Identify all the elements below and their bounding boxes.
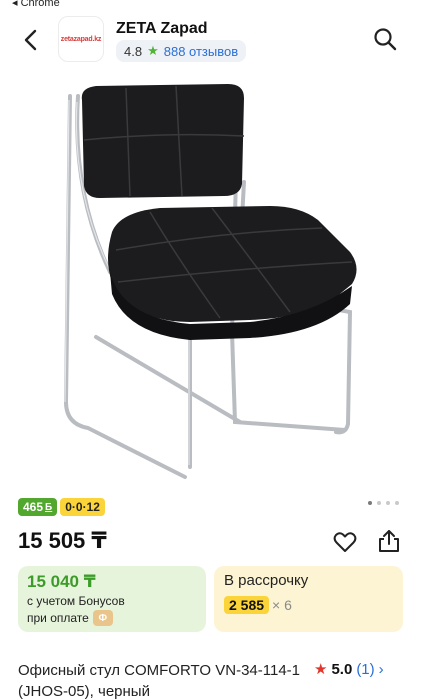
shop-rating-pill[interactable]: 4.8 ★ 888 отзывов xyxy=(116,40,247,62)
search-icon[interactable] xyxy=(372,26,398,52)
gallery-dot[interactable] xyxy=(395,501,399,505)
bonus-price-note: с учетом Бонусов xyxy=(27,594,125,608)
installment-title: В рассрочку xyxy=(224,572,309,589)
bonus-price-payment-text: при оплате xyxy=(27,611,89,625)
chair-backrest xyxy=(81,84,245,198)
installment-multiplier: × 6 xyxy=(272,597,292,613)
heart-icon[interactable] xyxy=(332,529,358,555)
product-image[interactable] xyxy=(0,72,421,492)
gallery-dot[interactable] xyxy=(386,501,390,505)
bonus-price-payment-note: при оплате Ф xyxy=(27,610,113,626)
gallery-dot[interactable] xyxy=(377,501,381,505)
installment-badge: 0·0·12 xyxy=(60,498,105,516)
header: zetazapad.kz ZETA Zapad 4.8 ★ 888 отзыво… xyxy=(0,14,421,68)
back-to-app-link[interactable]: ◂ Chrome xyxy=(12,0,60,9)
bonus-price-card[interactable]: 15 040 ₸ с учетом Бонусов при оплате Ф xyxy=(18,566,206,632)
gallery-dot[interactable] xyxy=(368,501,372,505)
chevron-right-icon: › xyxy=(378,660,384,678)
installment-card[interactable]: В рассрочку 2 585 × 6 xyxy=(214,566,403,632)
installment-row: 2 585 × 6 xyxy=(224,596,292,614)
bonus-coin-icon: Ф xyxy=(92,610,113,626)
product-review-summary[interactable]: ★ 5.0 (1) › xyxy=(314,660,384,679)
bonus-price-amount: 15 040 ₸ xyxy=(27,572,96,591)
shop-logo[interactable]: zetazapad.kz xyxy=(58,16,104,62)
bonus-badge: 465 Б xyxy=(18,498,58,516)
product-review-count: (1) xyxy=(356,660,375,678)
installment-amount: 2 585 xyxy=(224,596,270,614)
share-icon[interactable] xyxy=(376,528,402,554)
shop-name[interactable]: ZETA Zapad xyxy=(116,20,208,38)
bonus-badge-value: 465 xyxy=(23,500,44,514)
gallery-dots xyxy=(368,501,399,505)
bonus-badge-unit: Б xyxy=(45,501,53,513)
product-title: Офисный стул COMFORTO VN-34-114-1 (JHOS-… xyxy=(18,662,301,699)
shop-logo-text: zetazapad.kz xyxy=(60,35,102,43)
status-bar: ◂ Chrome xyxy=(0,0,421,10)
star-icon: ★ xyxy=(314,661,328,678)
shop-reviews-link: 888 отзывов xyxy=(163,43,239,59)
back-arrow-icon[interactable] xyxy=(18,26,46,54)
product-rating: 5.0 xyxy=(331,660,353,678)
badges-row: 465 Б 0·0·12 xyxy=(18,498,105,516)
star-icon: ★ xyxy=(147,43,159,58)
product-price: 15 505 ₸ xyxy=(18,528,107,553)
shop-rating-value: 4.8 xyxy=(124,43,143,59)
